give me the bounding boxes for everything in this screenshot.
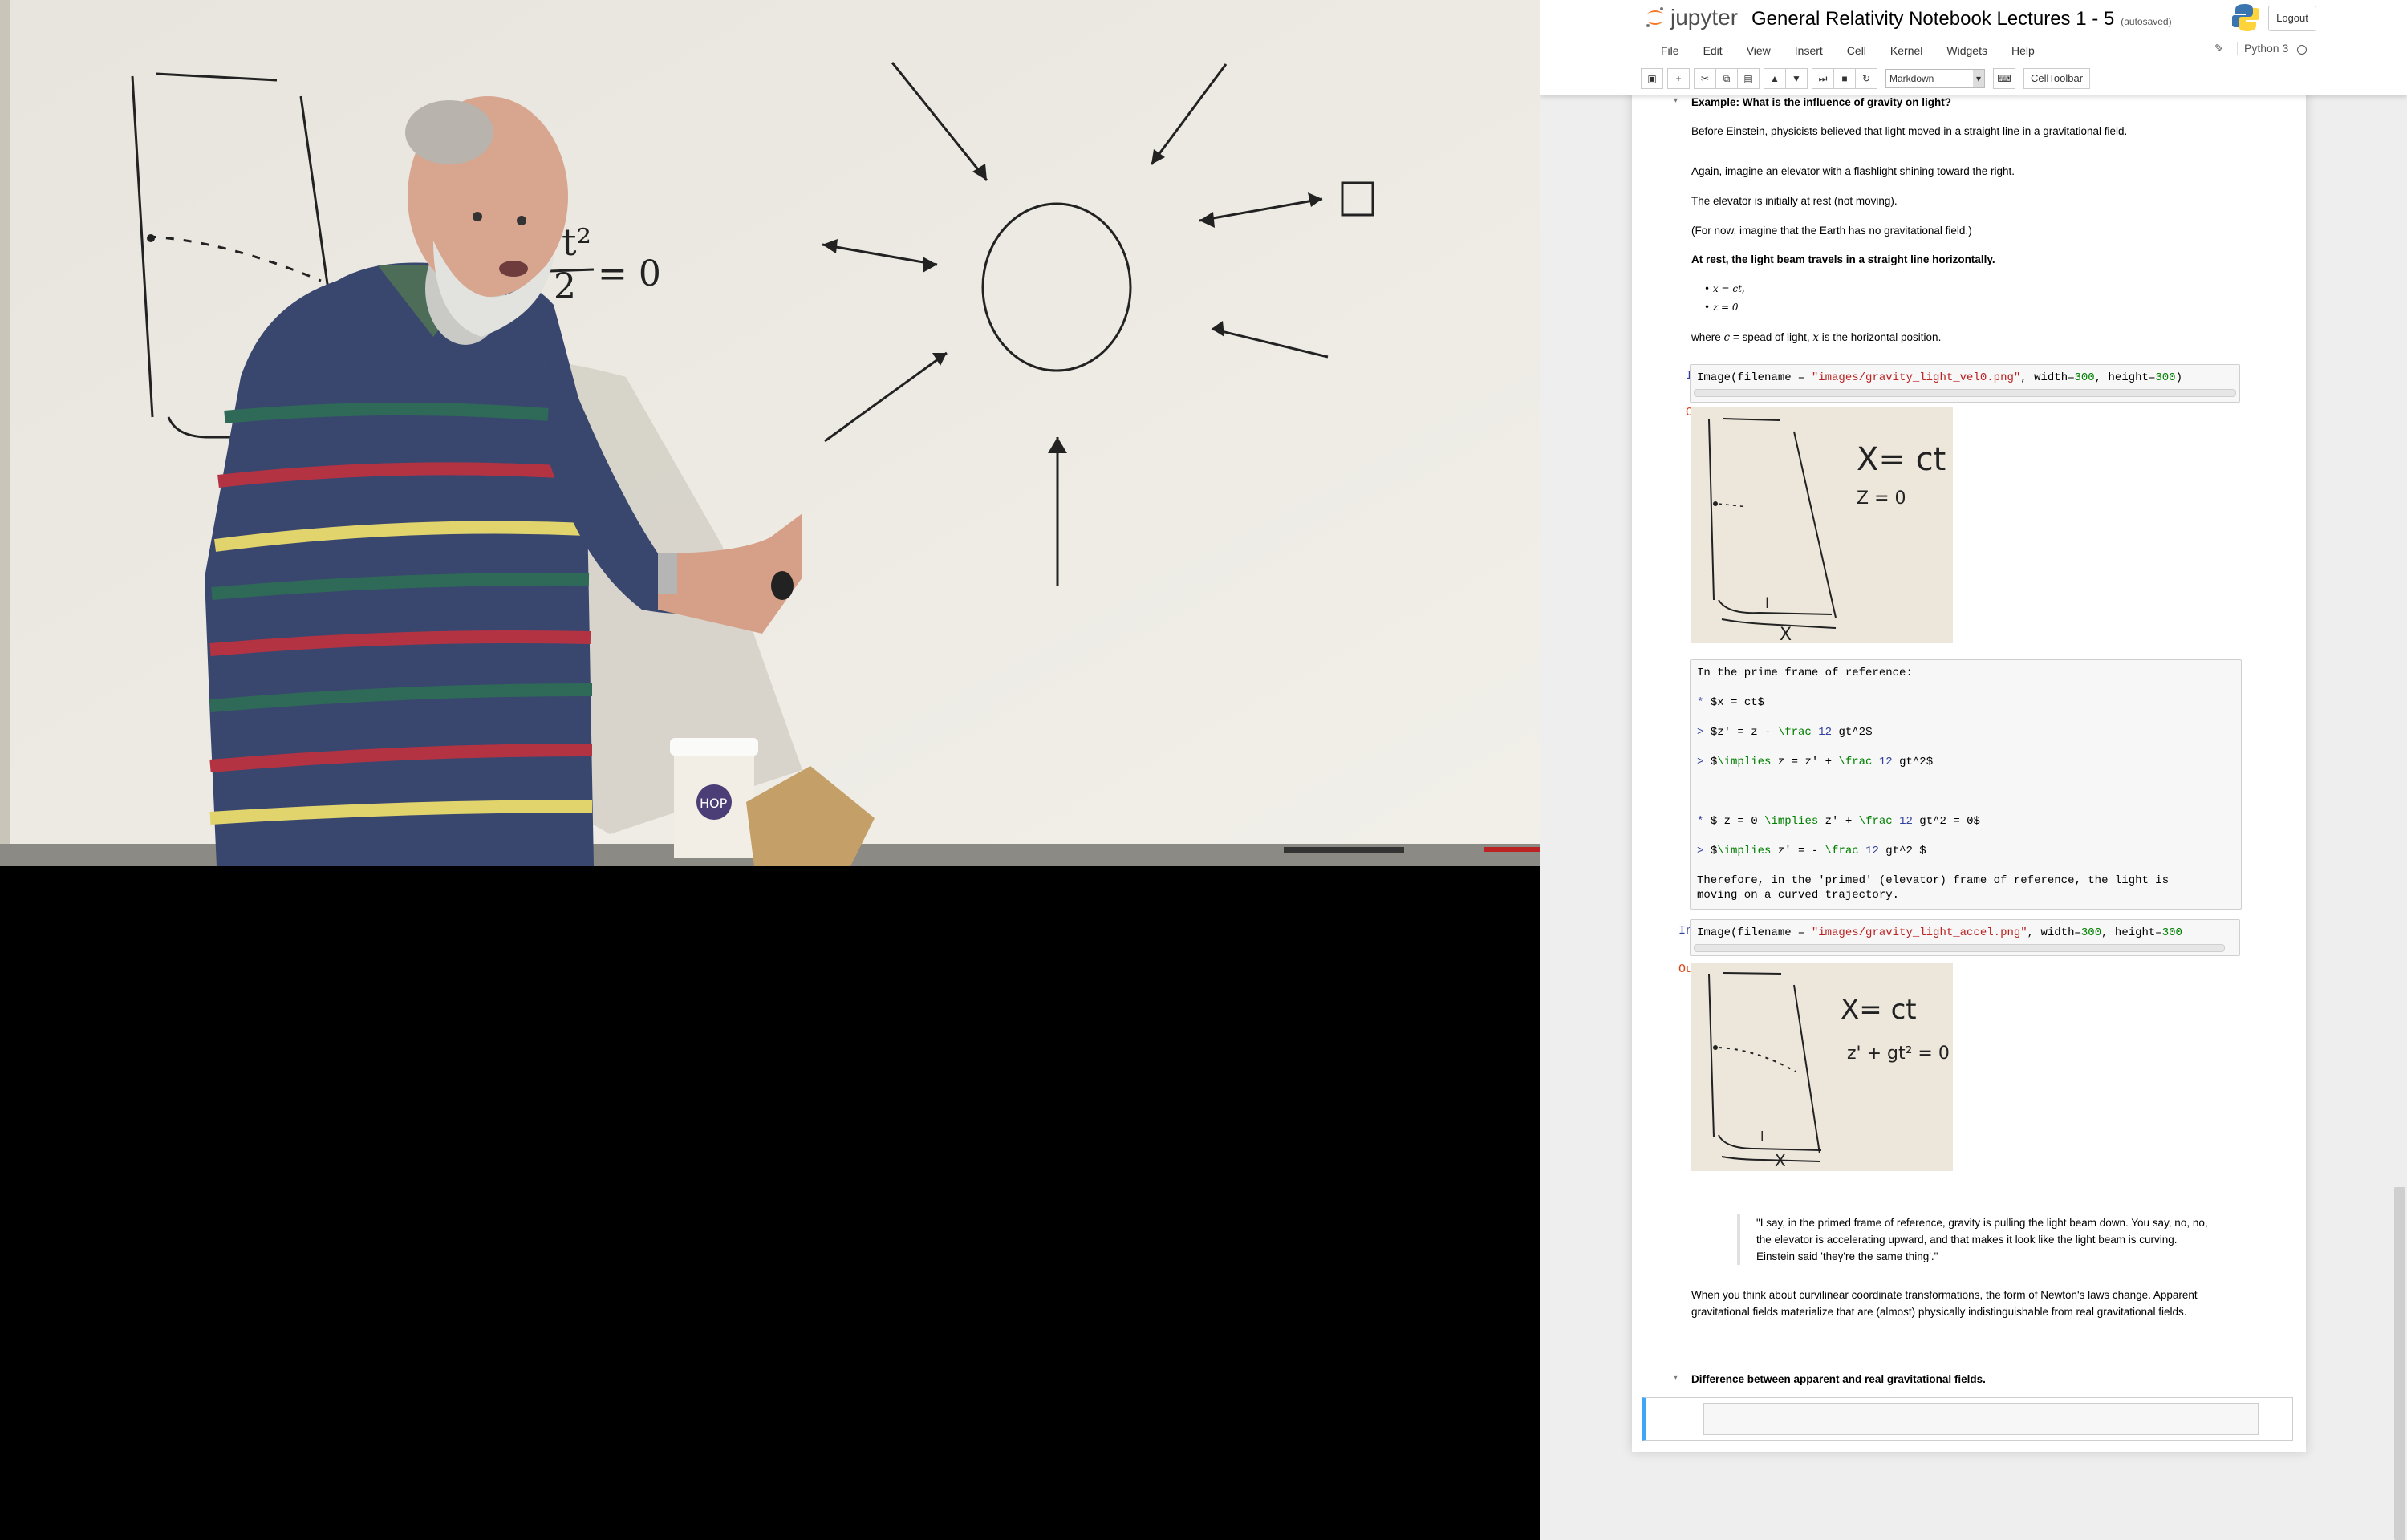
paragraph: where c = spead of light, x is the horiz… (1691, 331, 1942, 344)
video-frame: t² 2 = 0 HOP (0, 0, 1540, 866)
restart-icon[interactable]: ↻ (1855, 68, 1877, 89)
jupyter-header: jupyter General Relativity Notebook Lect… (1540, 0, 2407, 95)
markdown-edit-cell[interactable]: In the prime frame of reference: * $x = … (1690, 659, 2242, 910)
menubar: File Edit View Insert Cell Kernel Widget… (1649, 40, 2047, 61)
paragraph: (For now, imagine that the Earth has no … (1691, 225, 1972, 237)
bullet-item: • z = 0 (1704, 302, 1739, 313)
jupyter-logo-text: jupyter (1670, 5, 1739, 30)
paragraph: Before Einstein, physicists believed tha… (1691, 125, 2128, 137)
notebook-page: ▾ Example: What is the influence of grav… (1632, 0, 2306, 1452)
notebook-toolbar: ▣ + ✂ ⧉ ▤ ▲ ▼ ⏭ ■ ↻ Markdown ⌨ CellToolb… (1641, 68, 2091, 89)
section-heading: Difference between apparent and real gra… (1691, 1373, 1986, 1385)
svg-text:Z = 0: Z = 0 (1857, 488, 1906, 509)
svg-text:X: X (1780, 625, 1792, 643)
copy-icon[interactable]: ⧉ (1715, 68, 1738, 89)
keyboard-icon[interactable]: ⌨ (1993, 68, 2015, 89)
paragraph: The elevator is initially at rest (not m… (1691, 195, 1898, 207)
code-cell[interactable]: Image(filename = "images/gravity_light_a… (1690, 919, 2240, 956)
vertical-scrollbar[interactable] (2394, 1187, 2405, 1540)
kernel-status-icon (2297, 45, 2307, 55)
coffee-cup: HOP (670, 738, 758, 858)
svg-text:l: l (1760, 1129, 1764, 1144)
collapse-arrow-icon[interactable]: ▾ (1674, 1373, 1678, 1382)
kernel-name[interactable]: Python 3 (2237, 42, 2288, 55)
svg-text:X= ct: X= ct (1841, 994, 1917, 1026)
section-heading: Example: What is the influence of gravit… (1691, 96, 1952, 108)
blockquote: "I say, in the primed frame of reference… (1737, 1214, 2212, 1265)
paragraph: When you think about curvilinear coordin… (1691, 1289, 2198, 1318)
autosave-status: (autosaved) (2121, 16, 2172, 27)
celltoolbar-button[interactable]: CellToolbar (2023, 68, 2091, 89)
output-image-elevator-accel: X= ct z' + gt² = 0 l X (1691, 962, 1953, 1171)
python-logo-icon (2232, 4, 2259, 31)
cell-type-select[interactable]: Markdown (1885, 69, 1985, 88)
svg-text:X= ct: X= ct (1857, 441, 1946, 478)
insert-cell-icon[interactable]: + (1667, 68, 1690, 89)
stop-icon[interactable]: ■ (1833, 68, 1856, 89)
code-line[interactable]: Image(filename = "images/gravity_light_a… (1691, 920, 2239, 942)
svg-text:= 0: = 0 (598, 253, 661, 294)
svg-text:X: X (1775, 1151, 1786, 1170)
move-up-icon[interactable]: ▲ (1764, 68, 1786, 89)
menu-edit[interactable]: Edit (1691, 40, 1735, 61)
menu-help[interactable]: Help (1999, 40, 2047, 61)
run-icon[interactable]: ⏭ (1812, 68, 1834, 89)
menu-view[interactable]: View (1735, 40, 1783, 61)
horizontal-scrollbar[interactable] (1694, 944, 2225, 952)
cut-icon[interactable]: ✂ (1694, 68, 1716, 89)
jupyter-logo[interactable]: jupyter (1645, 5, 1738, 30)
code-cell[interactable]: Image(filename = "images/gravity_light_v… (1690, 364, 2240, 403)
cell-input-area[interactable] (1703, 1403, 2259, 1435)
svg-text:HOP: HOP (700, 796, 728, 811)
subheading: At rest, the light beam travels in a str… (1691, 253, 1995, 265)
move-down-icon[interactable]: ▼ (1785, 68, 1808, 89)
menu-widgets[interactable]: Widgets (1934, 40, 1999, 61)
menu-kernel[interactable]: Kernel (1878, 40, 1934, 61)
menu-file[interactable]: File (1649, 40, 1691, 61)
svg-text:l: l (1765, 595, 1769, 612)
lecture-video-panel[interactable]: t² 2 = 0 HOP (0, 0, 1540, 1540)
paragraph: Again, imagine an elevator with a flashl… (1691, 165, 2015, 177)
collapse-arrow-icon[interactable]: ▾ (1674, 96, 1678, 105)
output-image-elevator-rest: X= ct Z = 0 l X (1691, 407, 1953, 645)
horizontal-scrollbar[interactable] (1694, 389, 2236, 397)
save-icon[interactable]: ▣ (1641, 68, 1663, 89)
notebook-title[interactable]: General Relativity Notebook Lectures 1 -… (1751, 8, 2172, 30)
code-line[interactable]: Image(filename = "images/gravity_light_v… (1691, 365, 2239, 387)
jupyter-logo-icon (1646, 7, 1663, 27)
edit-pencil-icon[interactable]: ✎ (2214, 42, 2224, 55)
lecture-scene: t² 2 = 0 HOP (0, 0, 1540, 866)
menu-cell[interactable]: Cell (1835, 40, 1878, 61)
paste-icon[interactable]: ▤ (1737, 68, 1760, 89)
svg-text:t²: t² (562, 221, 591, 264)
svg-text:2: 2 (554, 266, 576, 307)
bullet-item: • x = ct, (1704, 283, 1745, 294)
menu-insert[interactable]: Insert (1783, 40, 1835, 61)
svg-text:z' + gt² = 0: z' + gt² = 0 (1847, 1044, 1950, 1064)
logout-button[interactable]: Logout (2268, 6, 2316, 31)
jupyter-window: ▾ Example: What is the influence of grav… (1540, 0, 2407, 1540)
selected-empty-cell[interactable] (1642, 1397, 2293, 1441)
